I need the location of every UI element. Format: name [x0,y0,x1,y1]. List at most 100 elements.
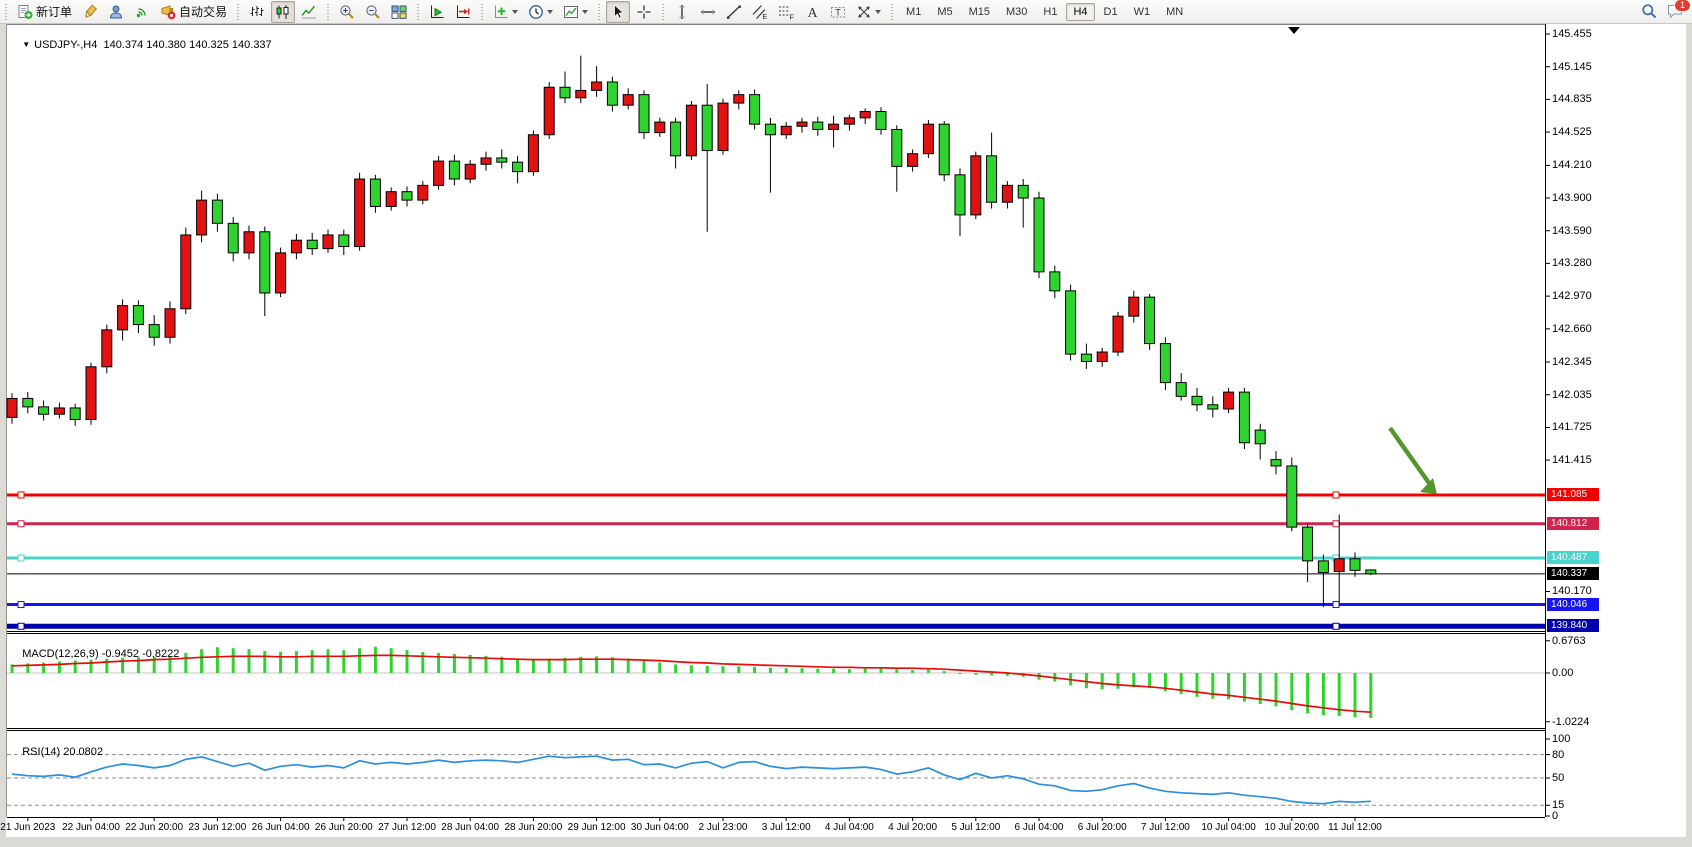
toolbar-grip[interactable] [326,4,331,20]
toolbar-grip[interactable] [4,4,9,20]
time-label-6: 27 Jun 12:00 [378,822,436,833]
svg-text:T: T [835,7,841,17]
price-badge-140.487: 140.487 [1547,551,1599,564]
toolbar-grip[interactable] [416,4,421,20]
templates-button[interactable] [559,1,592,23]
notification-badge: 1 [1674,0,1691,12]
periods-button[interactable] [524,1,557,23]
price-tick-142.970: 142.970 [1552,290,1592,302]
vline-button[interactable] [670,1,694,23]
macd-panel-label: MACD(12,26,9) -0.9452 -0.8222 [10,636,179,672]
crosshair-button[interactable] [632,1,656,23]
timeframe-W1-button[interactable]: W1 [1127,3,1158,21]
timeframe-M30-button[interactable]: M30 [999,3,1034,21]
timeframe-M15-button[interactable]: M15 [962,3,997,21]
zoom-in-button[interactable] [335,1,359,23]
timeframe-M5-button[interactable]: M5 [930,3,959,21]
chart-title-symbol: USDJPY-,H4 [34,39,97,51]
trendline-button[interactable] [722,1,746,23]
rsi-tick-80: 80 [1552,749,1564,761]
timeframe-H1-button[interactable]: H1 [1036,3,1064,21]
toolbar-grip[interactable] [236,4,241,20]
cursor-button[interactable] [606,1,630,23]
price-tick-145.455: 145.455 [1552,28,1592,40]
text-label-button[interactable]: T [826,1,850,23]
autotrade-icon [160,4,176,20]
chart-title-ohlc: 140.374 140.380 140.325 140.337 [103,39,271,51]
toolbar-group-5 [605,1,657,23]
zoom-out-button[interactable] [361,1,385,23]
time-label-7: 28 Jun 04:00 [441,822,499,833]
chevron-down-icon[interactable] [582,10,588,14]
toolbar-grip[interactable] [597,4,602,20]
time-label-18: 7 Jul 12:00 [1141,822,1190,833]
symbol-dropdown-icon[interactable]: ▼ [22,40,30,49]
svg-text:F: F [790,14,794,20]
toolbar-group-4 [488,1,593,23]
toolbar-group-0: 新订单 自动交易 [12,1,232,23]
templates-icon [563,4,579,20]
search-button[interactable] [1637,0,1661,22]
hline-button[interactable] [696,1,720,23]
time-label-8: 28 Jun 20:00 [504,822,562,833]
price-tick-143.590: 143.590 [1552,225,1592,237]
shift-end-button[interactable] [451,1,475,23]
button-label: H4 [1073,6,1087,18]
price-tick-144.525: 144.525 [1552,126,1592,138]
toolbar-grip[interactable] [661,4,666,20]
time-label-19: 10 Jul 04:00 [1201,822,1256,833]
arrows-button[interactable] [852,1,885,23]
fibonacci-button[interactable]: F [774,1,798,23]
chart-plot-area[interactable] [7,24,1545,631]
toolbar-group-7: M1 M5 M15 M30 H1 H4 D1W1MN [898,1,1191,23]
text-button[interactable]: A [800,1,824,23]
chevron-down-icon[interactable] [512,10,518,14]
arrows-icon [856,4,872,20]
tile-windows-icon [391,4,407,20]
timeframe-M1-button[interactable]: M1 [899,3,928,21]
price-tick-143.900: 143.900 [1552,192,1592,204]
signals-button[interactable] [130,1,154,23]
rsi-panel-label: RSI(14) 20.0802 [10,734,103,770]
new-order-button[interactable]: 新订单 [13,1,76,23]
button-label: 新订单 [36,3,72,20]
toolbar-grip[interactable] [890,4,895,20]
chevron-down-icon[interactable] [875,10,881,14]
time-label-2: 22 Jun 20:00 [125,822,183,833]
main-toolbar: 新订单 自动交易 E F A T M1 M5 M15 M30 H1 H4 D1W1MN 1 [0,0,1692,24]
price-tick-144.835: 144.835 [1552,93,1592,105]
chart-title: ▼ USDJPY-,H4 140.374 140.380 140.325 140.… [10,27,272,63]
price-tick-145.145: 145.145 [1552,61,1592,73]
candles-button[interactable] [271,1,295,23]
chevron-down-icon[interactable] [547,10,553,14]
button-label: M1 [906,6,921,18]
zoom-in-icon [339,4,355,20]
button-label: H1 [1043,6,1057,18]
timeframe-D1-button[interactable]: D1 [1097,3,1125,21]
marker-button[interactable] [78,1,102,23]
tile-windows-button[interactable] [387,1,411,23]
button-label: 自动交易 [179,3,227,20]
time-label-0: 21 Jun 2023 [0,822,55,833]
price-badge-140.337: 140.337 [1547,567,1599,580]
timeframe-MN-button[interactable]: MN [1159,3,1190,21]
autotrade-button[interactable]: 自动交易 [156,1,231,23]
indicators-button[interactable] [489,1,522,23]
text-icon: A [804,4,820,20]
community-button[interactable] [104,1,128,23]
toolbar-grip[interactable] [480,4,485,20]
channel-icon: E [752,4,768,20]
bar-chart-button[interactable] [245,1,269,23]
button-label: M15 [969,6,990,18]
time-label-4: 26 Jun 04:00 [252,822,310,833]
chat-button[interactable]: 1 [1663,0,1687,22]
price-badge-140.812: 140.812 [1547,517,1599,530]
line-chart-button[interactable] [297,1,321,23]
auto-scroll-button[interactable] [425,1,449,23]
time-label-15: 5 Jul 12:00 [951,822,1000,833]
channel-button[interactable]: E [748,1,772,23]
button-label: M30 [1006,6,1027,18]
time-label-21: 11 Jul 12:00 [1328,822,1382,833]
time-label-17: 6 Jul 20:00 [1078,822,1127,833]
timeframe-H4-button[interactable]: H4 [1066,3,1094,21]
